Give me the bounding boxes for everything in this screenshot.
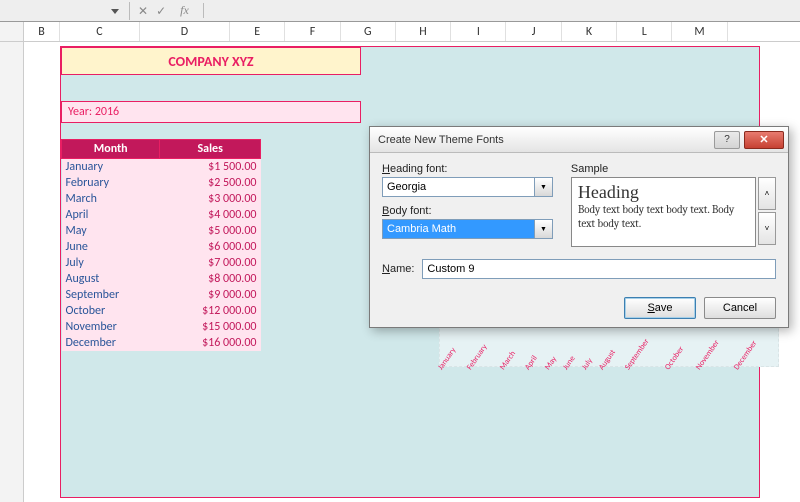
sample-heading: Heading	[578, 182, 749, 203]
month-cell[interactable]: January	[62, 159, 160, 176]
sales-cell[interactable]: $4 000.00	[160, 207, 261, 223]
chart-axis-label: March	[498, 349, 518, 372]
chevron-down-icon[interactable]: ▼	[535, 177, 553, 197]
table-row[interactable]: March$3 000.00	[62, 191, 261, 207]
table-row[interactable]: November$15 000.00	[62, 319, 261, 335]
chart-axis-label: September	[623, 337, 652, 372]
chart-axis-label: August	[596, 348, 617, 372]
sheet-area: COMPANY XYZ Year: 2016 Month Sales Janua…	[0, 42, 800, 502]
fx-icon[interactable]: fx	[174, 3, 195, 18]
sales-cell[interactable]: $9 000.00	[160, 287, 261, 303]
enter-icon[interactable]: ✓	[156, 4, 166, 18]
heading-font-label: Heading font:	[382, 163, 553, 175]
sales-table: Month Sales January$1 500.00February$2 5…	[61, 139, 261, 351]
sample-label: Sample	[571, 163, 776, 175]
col-header[interactable]: L	[617, 22, 672, 41]
formula-buttons: ✕ ✓ fx	[130, 3, 204, 18]
name-box[interactable]	[0, 2, 130, 20]
month-cell[interactable]: October	[62, 303, 160, 319]
heading-font-combo[interactable]	[382, 177, 535, 197]
col-header[interactable]: C	[60, 22, 140, 41]
theme-fonts-dialog: Create New Theme Fonts ? ✕ Heading font:…	[369, 126, 789, 328]
month-cell[interactable]: May	[62, 223, 160, 239]
dialog-titlebar[interactable]: Create New Theme Fonts ? ✕	[370, 127, 788, 153]
dialog-title: Create New Theme Fonts	[378, 134, 504, 146]
table-row[interactable]: April$4 000.00	[62, 207, 261, 223]
close-button[interactable]: ✕	[744, 131, 784, 149]
sales-cell[interactable]: $6 000.00	[160, 239, 261, 255]
sample-box: Heading Body text body text body text. B…	[571, 177, 756, 247]
table-row[interactable]: December$16 000.00	[62, 335, 261, 351]
year-label: Year: 2016	[61, 101, 361, 123]
col-header[interactable]: J	[506, 22, 561, 41]
col-month-header: Month	[62, 140, 160, 159]
table-row[interactable]: May$5 000.00	[62, 223, 261, 239]
col-header[interactable]: D	[140, 22, 230, 41]
chart-axis-label: April	[523, 354, 540, 372]
chart-axis-label: January	[436, 346, 459, 372]
month-cell[interactable]: September	[62, 287, 160, 303]
col-header[interactable]: E	[230, 22, 285, 41]
chart-axis-label: February	[465, 342, 490, 372]
sales-cell[interactable]: $5 000.00	[160, 223, 261, 239]
col-header[interactable]: K	[562, 22, 617, 41]
month-cell[interactable]: February	[62, 175, 160, 191]
month-cell[interactable]: July	[62, 255, 160, 271]
company-title: COMPANY XYZ	[61, 47, 361, 75]
month-cell[interactable]: November	[62, 319, 160, 335]
table-row[interactable]: July$7 000.00	[62, 255, 261, 271]
chart-axis-label: May	[543, 355, 559, 372]
table-row[interactable]: February$2 500.00	[62, 175, 261, 191]
cancel-button[interactable]: Cancel	[704, 297, 776, 319]
sales-cell[interactable]: $7 000.00	[160, 255, 261, 271]
sales-cell[interactable]: $3 000.00	[160, 191, 261, 207]
chart-axis-label: October	[663, 345, 686, 372]
month-cell[interactable]: March	[62, 191, 160, 207]
formula-bar: ✕ ✓ fx	[0, 0, 800, 22]
chart-x-axis: JanuaryFebruaryMarchAprilMayJuneJulyAugu…	[444, 362, 774, 372]
col-header[interactable]: G	[341, 22, 396, 41]
spin-up-icon[interactable]: ˄	[758, 177, 776, 210]
month-cell[interactable]: June	[62, 239, 160, 255]
chart-axis-label: December	[732, 339, 759, 372]
sales-cell[interactable]: $15 000.00	[160, 319, 261, 335]
sales-cell[interactable]: $16 000.00	[160, 335, 261, 351]
chevron-down-icon[interactable]: ▼	[535, 219, 553, 239]
table-row[interactable]: June$6 000.00	[62, 239, 261, 255]
name-input[interactable]	[422, 259, 776, 279]
chart-axis-label: November	[694, 338, 722, 372]
chart-axis-label: July	[580, 356, 595, 372]
sales-cell[interactable]: $12 000.00	[160, 303, 261, 319]
month-cell[interactable]: December	[62, 335, 160, 351]
save-button[interactable]: Save	[624, 297, 696, 319]
sample-body: Body text body text body text. Body text…	[578, 203, 749, 231]
body-font-combo[interactable]	[382, 219, 535, 239]
col-sales-header: Sales	[160, 140, 261, 159]
sales-cell[interactable]: $1 500.00	[160, 159, 261, 176]
sales-cell[interactable]: $2 500.00	[160, 175, 261, 191]
body-font-label: Body font:	[382, 205, 553, 217]
chart-axis-label: June	[561, 354, 578, 372]
name-label: Name:	[382, 263, 414, 275]
table-row[interactable]: January$1 500.00	[62, 159, 261, 176]
month-cell[interactable]: August	[62, 271, 160, 287]
column-headers: B C D E F G H I J K L M	[0, 22, 800, 42]
col-header[interactable]: M	[672, 22, 727, 41]
col-header[interactable]: B	[24, 22, 60, 41]
chevron-down-icon[interactable]	[111, 4, 125, 18]
table-row[interactable]: October$12 000.00	[62, 303, 261, 319]
col-header[interactable]: H	[396, 22, 451, 41]
table-row[interactable]: August$8 000.00	[62, 271, 261, 287]
cancel-icon[interactable]: ✕	[138, 4, 148, 18]
table-row[interactable]: September$9 000.00	[62, 287, 261, 303]
sales-cell[interactable]: $8 000.00	[160, 271, 261, 287]
col-header[interactable]: F	[285, 22, 340, 41]
month-cell[interactable]: April	[62, 207, 160, 223]
spin-down-icon[interactable]: ˅	[758, 212, 776, 245]
row-headers	[0, 42, 24, 502]
select-all-corner[interactable]	[0, 22, 24, 41]
help-button[interactable]: ?	[714, 131, 740, 149]
col-header[interactable]: I	[451, 22, 506, 41]
cells[interactable]: COMPANY XYZ Year: 2016 Month Sales Janua…	[24, 42, 800, 502]
